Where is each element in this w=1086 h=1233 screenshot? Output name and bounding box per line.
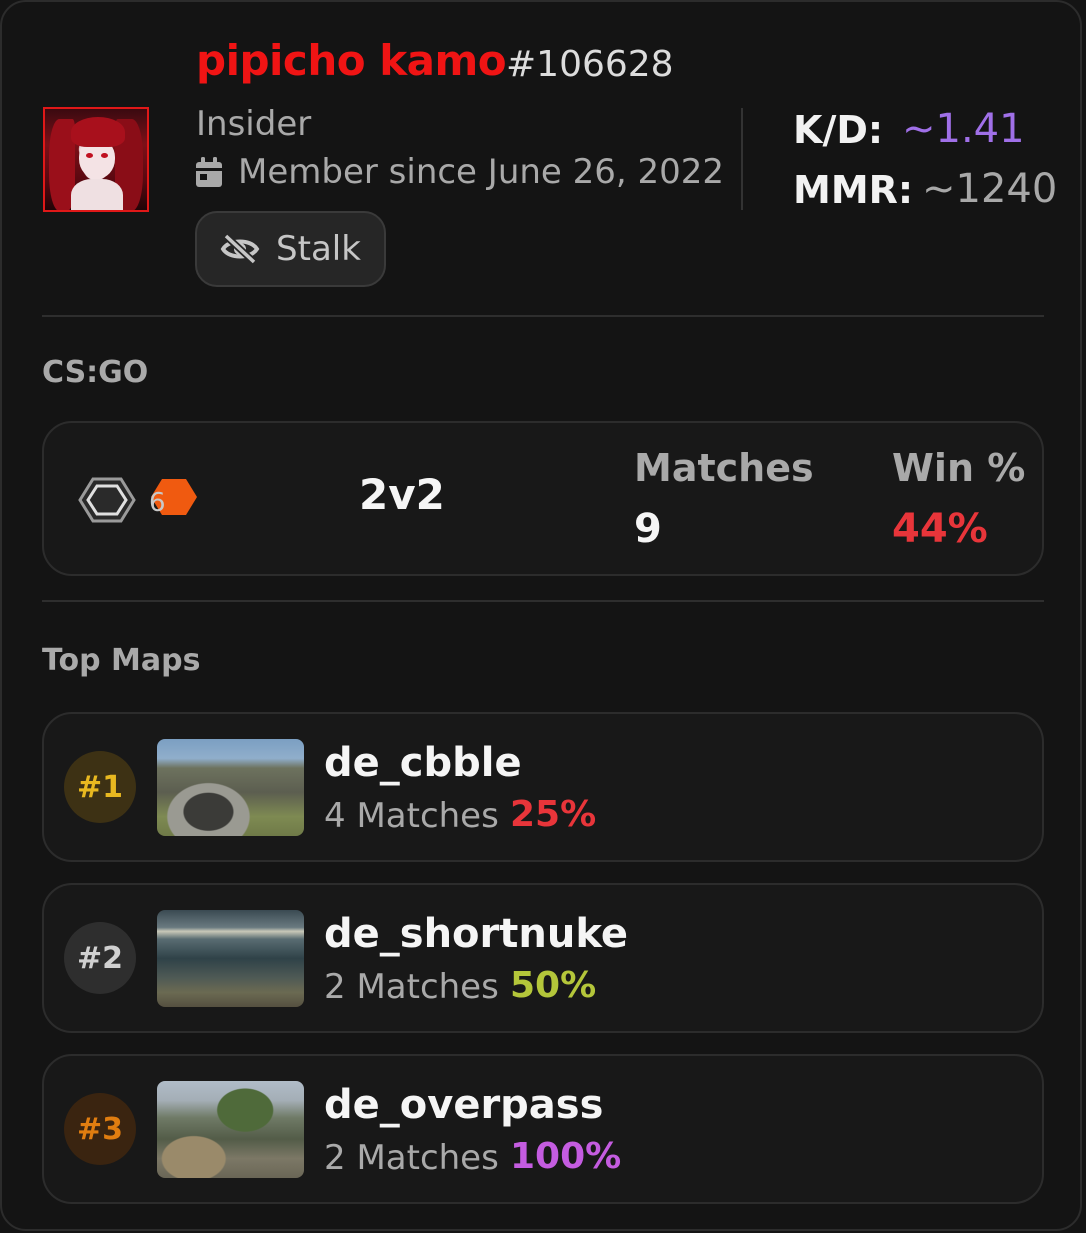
member-since: Member since June 26, 2022: [196, 152, 724, 192]
user-id: #106628: [506, 44, 674, 85]
map-row[interactable]: #3 de_overpass 2 Matches 100%: [42, 1054, 1044, 1204]
game-mode: 2v2: [359, 470, 445, 519]
kd-label: K/D:: [793, 108, 884, 152]
map-win-pct: 50%: [510, 965, 597, 1006]
avatar[interactable]: [43, 107, 149, 212]
stalk-label: Stalk: [276, 229, 361, 269]
user-role: Insider: [196, 104, 312, 144]
divider: [42, 600, 1044, 602]
eye-slash-icon: [220, 233, 260, 265]
map-rank-badge: #3: [64, 1093, 136, 1165]
win-label: Win %: [892, 446, 1026, 490]
username: pipicho kamo: [196, 36, 507, 85]
divider: [42, 315, 1044, 317]
win-value: 44%: [892, 506, 988, 552]
hexagon-rank-icon: [78, 477, 136, 523]
map-row[interactable]: #1 de_cbble 4 Matches 25%: [42, 712, 1044, 862]
map-name: de_cbble: [324, 740, 522, 786]
level-number: 6: [149, 488, 166, 518]
map-thumbnail: [157, 739, 304, 836]
kd-value: ~1.41: [902, 106, 1025, 152]
member-since-text: Member since June 26, 2022: [238, 152, 725, 192]
header-divider: [741, 108, 743, 210]
map-thumbnail: [157, 1081, 304, 1178]
map-thumbnail: [157, 910, 304, 1007]
map-matches: 4 Matches: [324, 796, 499, 836]
map-win-pct: 100%: [510, 1136, 622, 1177]
map-matches: 2 Matches: [324, 1138, 499, 1178]
map-name: de_shortnuke: [324, 911, 628, 957]
map-win-pct: 25%: [510, 794, 597, 835]
mmr-value: ~1240: [922, 166, 1058, 212]
top-maps-title: Top Maps: [42, 643, 201, 678]
mmr-label: MMR:: [793, 168, 914, 212]
matches-value: 9: [634, 506, 662, 552]
map-rank-badge: #2: [64, 922, 136, 994]
map-row[interactable]: #2 de_shortnuke 2 Matches 50%: [42, 883, 1044, 1033]
calendar-icon: [196, 157, 222, 187]
map-name: de_overpass: [324, 1082, 604, 1128]
game-title: CS:GO: [42, 355, 149, 390]
map-rank-badge: #1: [64, 751, 136, 823]
matches-label: Matches: [634, 446, 814, 490]
stalk-button[interactable]: Stalk: [195, 211, 386, 287]
map-matches: 2 Matches: [324, 967, 499, 1007]
